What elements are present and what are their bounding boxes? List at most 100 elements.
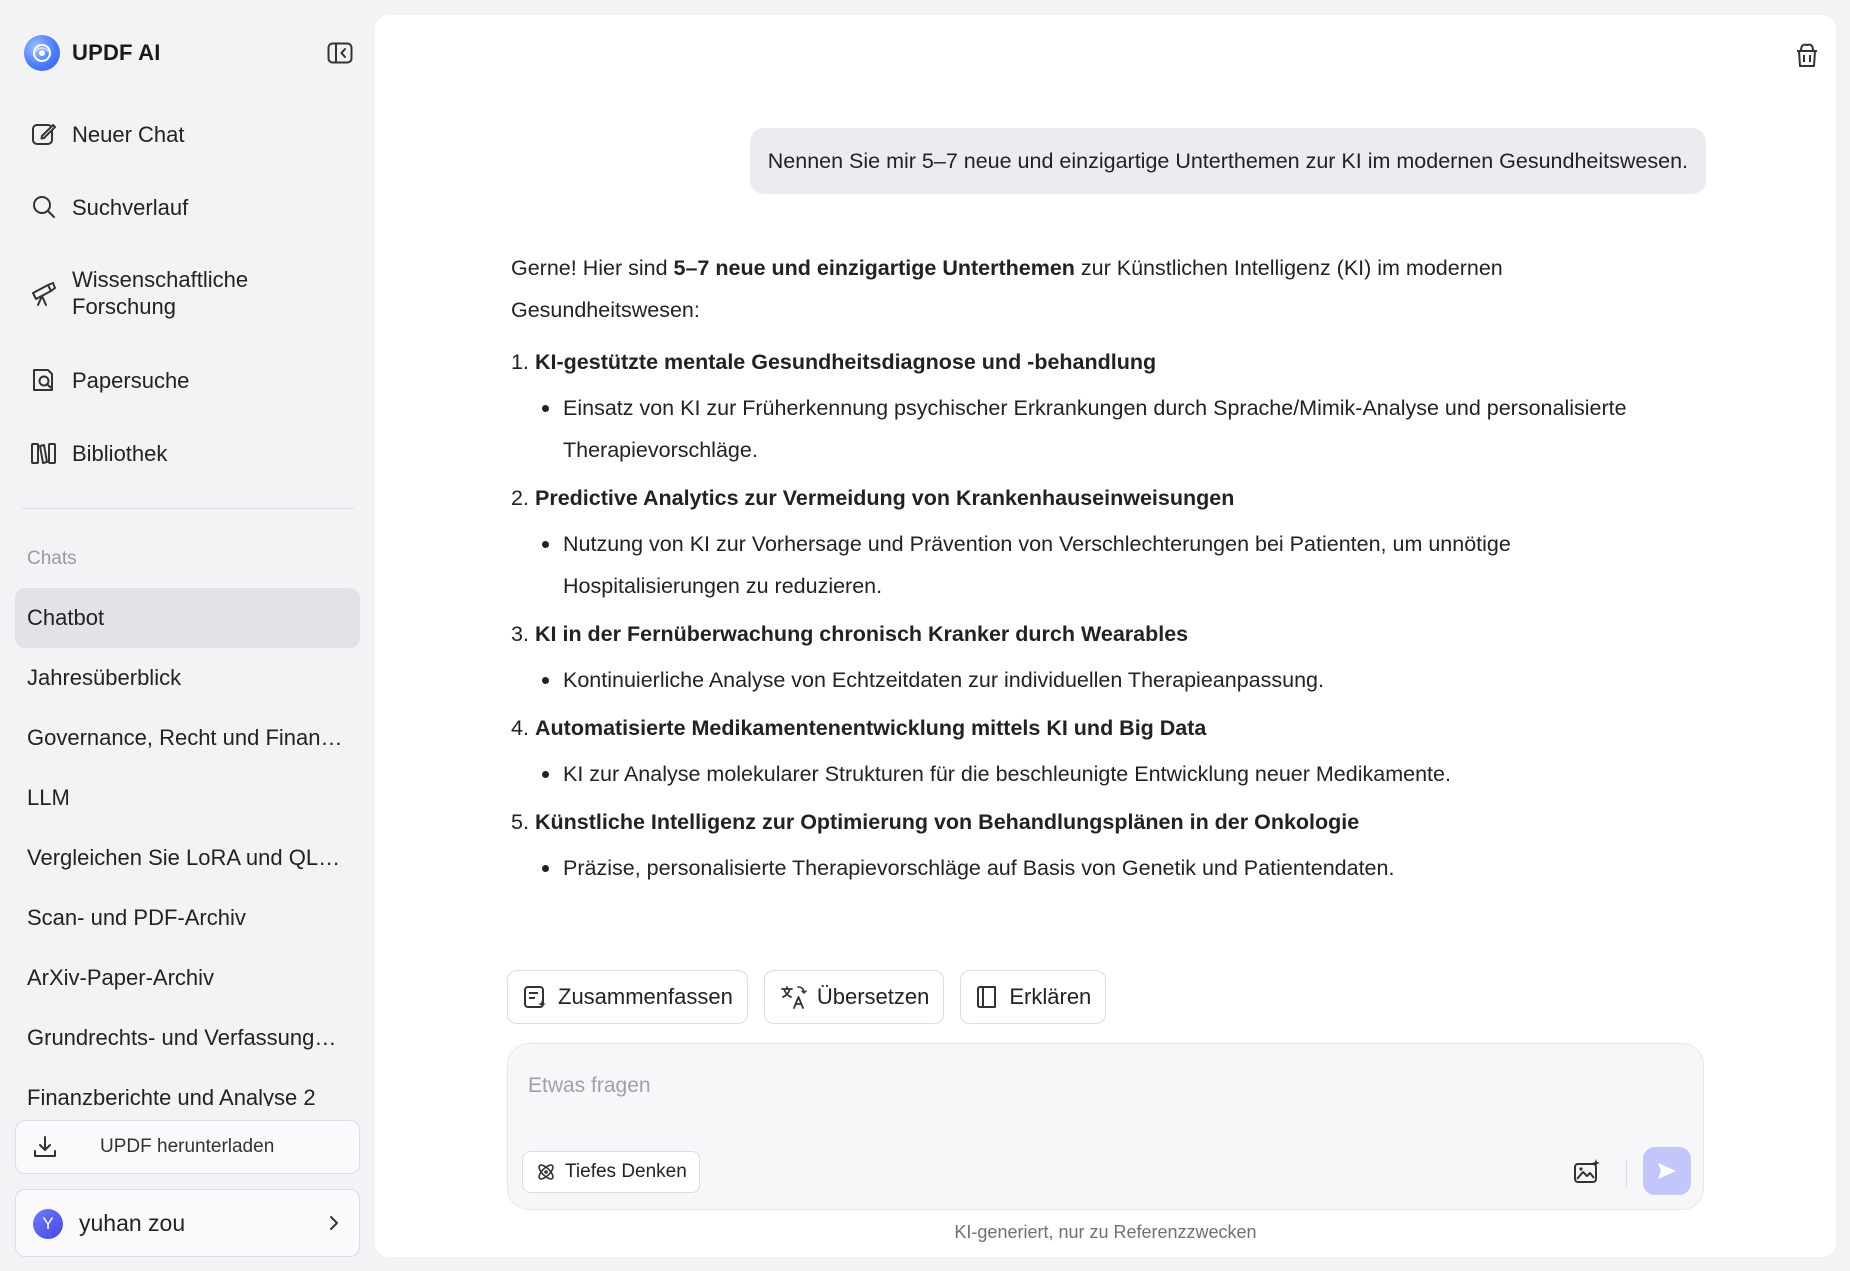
topic-bullet: Einsatz von KI zur Früherkennung psychis… xyxy=(563,396,1627,462)
topic-number: 2. xyxy=(511,486,529,510)
deep-thinking-toggle[interactable]: Tiefes Denken xyxy=(522,1151,700,1193)
answer-intro-bold: 5–7 neue und einzigartige Unterthemen xyxy=(673,256,1075,280)
chat-item[interactable]: Finanzberichte und Analyse 2 xyxy=(15,1068,360,1106)
nav-new-chat[interactable]: Neuer Chat xyxy=(30,120,272,148)
bullet-dot xyxy=(539,847,563,889)
chat-panel: Nennen Sie mir 5–7 neue und einzigartige… xyxy=(375,15,1836,1257)
chat-item-label: Vergleichen Sie LoRA und QLoRA xyxy=(27,845,347,870)
topic-title: KI-gestützte mentale Gesundheitsdiagnose… xyxy=(535,350,1157,374)
nav-search-history[interactable]: Suchverlauf xyxy=(30,193,272,221)
library-icon xyxy=(30,439,58,467)
topic-bullet: Kontinuierliche Analyse von Echtzeitdate… xyxy=(563,668,1324,692)
bullet-dot xyxy=(539,753,563,795)
chats-heading: Chats xyxy=(27,548,77,569)
composer: Tiefes Denken xyxy=(507,1043,1704,1210)
quick-actions: Zusammenfassen Übersetzen Erklären xyxy=(507,970,1107,1024)
topic-item: 2. Predictive Analytics zur Vermeidung vo… xyxy=(511,477,1651,607)
user-message-bubble: Nennen Sie mir 5–7 neue und einzigartige… xyxy=(749,128,1706,194)
topic-number: 1. xyxy=(511,350,529,374)
topic-bullet: KI zur Analyse molekularer Strukturen fü… xyxy=(563,762,1451,786)
user-profile[interactable]: Y yuhan zou xyxy=(15,1189,360,1257)
user-name: yuhan zou xyxy=(79,1209,186,1236)
topic-title: Predictive Analytics zur Vermeidung von … xyxy=(535,486,1235,510)
collapse-sidebar-button[interactable] xyxy=(326,41,354,65)
upload-image-button[interactable] xyxy=(1572,1157,1602,1187)
sidebar-divider xyxy=(22,508,354,509)
ai-disclaimer: KI-generiert, nur zu Referenzzwecken xyxy=(954,1222,1257,1242)
chat-input[interactable] xyxy=(528,1066,1628,1106)
chat-item-label: ArXiv-Paper-Archiv xyxy=(27,965,215,990)
deep-thinking-label: Tiefes Denken xyxy=(565,1161,687,1182)
topic-item: 1. KI-gestützte mentale Gesundheitsdiagno… xyxy=(511,341,1651,471)
clear-chat-button[interactable] xyxy=(1792,39,1822,69)
translate-icon xyxy=(780,986,807,1009)
brand-name: UPDF AI xyxy=(72,40,161,65)
topic-bullet: Präzise, personalisierte Therapievorschl… xyxy=(563,856,1395,880)
book-icon xyxy=(977,986,997,1008)
chat-item-label: Finanzberichte und Analyse 2 xyxy=(27,1085,316,1106)
download-updf-button[interactable]: UPDF herunterladen xyxy=(15,1120,360,1174)
chat-item[interactable]: Vergleichen Sie LoRA und QLoRA xyxy=(15,828,360,888)
chevron-right-icon xyxy=(327,1212,341,1239)
nav-paper-search-label: Papersuche xyxy=(72,367,190,393)
chat-item-label: LLM xyxy=(27,785,70,810)
send-button[interactable] xyxy=(1643,1147,1691,1195)
answer-intro-text: Gerne! Hier sind xyxy=(511,256,674,280)
chat-item[interactable]: Grundrechts- und Verfassungsrecht xyxy=(15,1008,360,1068)
explain-label: Erklären xyxy=(1009,984,1092,1009)
chat-item[interactable]: LLM xyxy=(15,768,360,828)
nav-paper-search[interactable]: Papersuche xyxy=(30,366,272,394)
updf-logo-icon xyxy=(24,35,60,71)
nav-research-label: Wissenschaftliche Forschung xyxy=(72,267,249,319)
sidebar: UPDF AI Neuer Chat Suchverlauf Wissensch… xyxy=(0,0,375,1271)
download-icon xyxy=(32,1134,58,1166)
nav-search-history-label: Suchverlauf xyxy=(72,194,189,220)
chat-item[interactable]: Chatbot xyxy=(15,588,360,648)
chat-item[interactable]: ArXiv-Paper-Archiv xyxy=(15,948,360,1008)
nav-research[interactable]: Wissenschaftliche Forschung xyxy=(30,266,272,320)
topic-title: KI in der Fernüberwachung chronisch Kran… xyxy=(535,622,1189,646)
send-icon xyxy=(1658,1163,1676,1179)
topic-item: 3. KI in der Fernüberwachung chronisch Kr… xyxy=(511,613,1651,701)
brand[interactable]: UPDF AI xyxy=(24,34,161,72)
document-search-icon xyxy=(30,366,58,394)
nav-new-chat-label: Neuer Chat xyxy=(72,121,185,147)
edit-icon xyxy=(30,120,58,148)
answer-intro: Gerne! Hier sind 5–7 neue und einzigarti… xyxy=(511,247,1651,331)
bullet-dot xyxy=(539,659,563,701)
chat-item-label: Chatbot xyxy=(27,605,105,630)
telescope-icon xyxy=(30,279,58,307)
composer-divider xyxy=(1626,1159,1627,1187)
explain-button[interactable]: Erklären xyxy=(960,970,1107,1024)
download-updf-label: UPDF herunterladen xyxy=(100,1136,275,1157)
chat-item-label: Grundrechts- und Verfassungsrecht xyxy=(27,1025,347,1050)
search-icon xyxy=(30,193,58,221)
bullet-dot xyxy=(539,387,563,471)
translate-label: Übersetzen xyxy=(816,984,930,1009)
image-sparkle-icon xyxy=(1574,1159,1600,1183)
sidebar-toggle-icon xyxy=(327,42,353,64)
avatar: Y xyxy=(33,1209,63,1239)
translate-button[interactable]: Übersetzen xyxy=(763,970,945,1024)
chat-item[interactable]: Scan- und PDF-Archiv xyxy=(15,888,360,948)
chat-item[interactable]: Governance, Recht und Finanzen xyxy=(15,708,360,768)
topic-title: Künstliche Intelligenz zur Optimierung v… xyxy=(535,810,1360,834)
nav-library[interactable]: Bibliothek xyxy=(30,439,272,467)
topic-item: 4. Automatisierte Medikamentenentwicklung… xyxy=(511,707,1651,795)
chat-item-label: Scan- und PDF-Archiv xyxy=(27,905,246,930)
trash-icon xyxy=(1797,43,1817,67)
atom-icon xyxy=(538,1164,554,1180)
summarize-icon xyxy=(524,986,546,1008)
topic-bullet: Nutzung von KI zur Vorhersage und Präven… xyxy=(563,532,1511,598)
topic-item: 5. Künstliche Intelligenz zur Optimierung… xyxy=(511,801,1651,889)
chat-list[interactable]: Chatbot Jahresüberblick Governance, Rech… xyxy=(15,588,360,1106)
assistant-answer: Gerne! Hier sind 5–7 neue und einzigarti… xyxy=(511,247,1651,895)
topic-number: 4. xyxy=(511,716,529,740)
nav-library-label: Bibliothek xyxy=(72,440,168,466)
bullet-dot xyxy=(539,523,563,607)
summarize-button[interactable]: Zusammenfassen xyxy=(507,970,748,1024)
chat-item[interactable]: Jahresüberblick xyxy=(15,648,360,708)
summarize-label: Zusammenfassen xyxy=(558,984,733,1009)
topic-title: Automatisierte Medikamentenentwicklung m… xyxy=(535,716,1207,740)
chat-item-label: Jahresüberblick xyxy=(27,665,182,690)
